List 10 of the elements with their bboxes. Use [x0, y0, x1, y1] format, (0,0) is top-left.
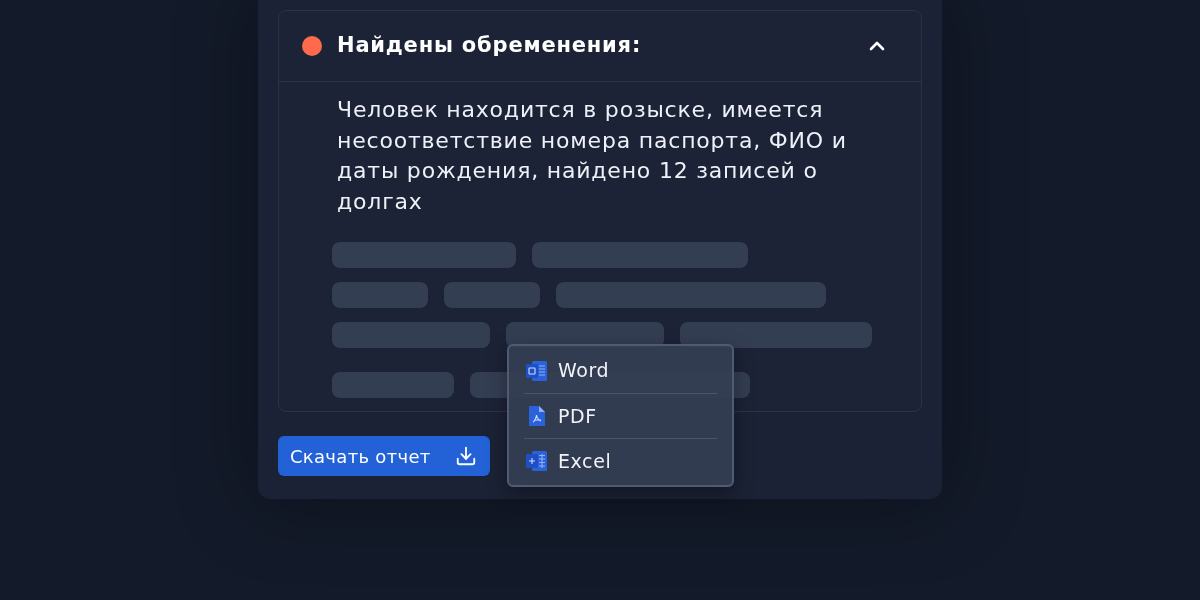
spreadsheet-icon	[525, 450, 548, 472]
file-icon	[527, 405, 546, 427]
menu-item[interactable]: Word	[524, 348, 717, 393]
document-icon	[525, 359, 548, 382]
menu-item[interactable]: PDF	[524, 393, 717, 438]
download-icon	[455, 445, 477, 467]
menu-item[interactable]: Excel	[524, 438, 717, 483]
panel-title: Найдены обременения:	[337, 32, 642, 60]
download-report-button[interactable]: Скачать отчет	[278, 436, 490, 476]
description-text: Человек находится в розыске, имеется несоответствие номера паспорта, ФИО и даты рождения, найдено 12 записей о долгах	[337, 96, 848, 216]
